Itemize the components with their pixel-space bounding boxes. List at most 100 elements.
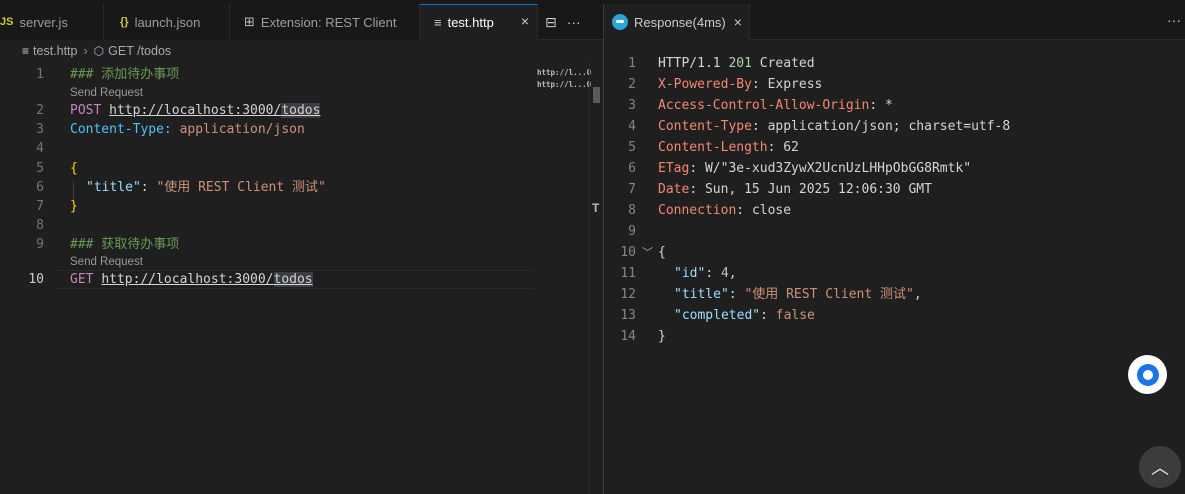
left-tab-bar: JS server.js {} launch.json ⊞ Extension:… — [0, 4, 603, 40]
more-actions-icon[interactable]: ··· — [567, 14, 581, 30]
right-editor-group: Response(4ms) × ··· 1 HTTP/1.1 201 Creat… — [604, 4, 1185, 494]
json-value: 4 — [720, 266, 729, 281]
code-line-1: 1 ### 添加待办事项 — [0, 65, 535, 84]
left-editor-group: JS server.js {} launch.json ⊞ Extension:… — [0, 4, 603, 494]
code-line-4: 4 — [0, 139, 535, 158]
tab-label: test.http — [447, 15, 494, 30]
header-value: * — [884, 98, 893, 113]
line-number: 1 — [628, 56, 636, 71]
send-request-lens-1[interactable]: Send Request — [70, 85, 143, 101]
json-key: "completed" — [674, 308, 761, 323]
http-method: POST — [70, 103, 102, 118]
tab-test-http[interactable]: ≡ test.http × — [420, 4, 538, 40]
json-file-icon: {} — [120, 16, 129, 28]
more-actions-icon[interactable]: ··· — [1167, 12, 1181, 28]
breadcrumb: ≡ test.http › ⬡ GET /todos — [0, 41, 540, 61]
code-line-5: 5 { — [0, 159, 535, 178]
javascript-file-icon: JS — [0, 16, 14, 28]
header-line: X-Powered-By: Express — [658, 77, 823, 92]
split-editor-icon[interactable]: ⊟ — [545, 14, 557, 31]
line-content: ### 添加待办事项 — [70, 67, 180, 82]
request-url[interactable]: http://localhost:3000/todos — [109, 103, 321, 118]
tab-label: Extension: REST Client — [260, 14, 397, 30]
file-lines-icon: ≡ — [22, 44, 30, 58]
json-colon: : — [140, 180, 157, 195]
assistant-button[interactable] — [1128, 355, 1167, 394]
line-content: GET http://localhost:3000/todos — [70, 270, 313, 289]
code-line-2: 2 POST http://localhost:3000/todos — [0, 101, 535, 120]
json-value: "使用 REST Client 测试" — [744, 287, 914, 302]
http-file-icon: ≡ — [434, 15, 442, 30]
url-highlight: todos — [281, 103, 321, 118]
tab-label: server.js — [19, 14, 68, 30]
line-number: 3 — [36, 122, 44, 137]
header-key: Content-Type — [658, 119, 752, 134]
breadcrumb-file[interactable]: test.http — [33, 44, 77, 58]
line-number: 4 — [36, 141, 44, 156]
header-value: application/json; charset=utf-8 — [767, 119, 1011, 134]
fold-chevron-icon[interactable]: ﹀ — [642, 242, 653, 263]
json-line: "title": "使用 REST Client 测试", — [674, 287, 922, 302]
header-value: Sun, 15 Jun 2025 12:06:30 GMT — [704, 182, 932, 197]
tab-launch-json[interactable]: {} launch.json — [104, 4, 230, 40]
json-close-brace: } — [658, 329, 666, 344]
json-open-brace: { — [658, 245, 666, 260]
scroll-to-top-button[interactable]: ︿ — [1139, 446, 1181, 488]
code-line-3: 3 Content-Type: application/json — [0, 120, 535, 139]
response-line-4: 4 Content-Type: application/json; charse… — [604, 116, 1185, 137]
json-value: "使用 REST Client 测试" — [156, 180, 326, 195]
breadcrumb-symbol[interactable]: GET /todos — [108, 44, 171, 58]
tab-response[interactable]: Response(4ms) × — [604, 4, 750, 40]
line-content: } — [70, 199, 78, 214]
tab-close-icon[interactable]: × — [521, 13, 529, 29]
code-editor[interactable]: 1 ### 添加待办事项 Send Request 2 POST http://… — [0, 61, 535, 494]
vertical-scrollbar[interactable]: T — [589, 61, 603, 494]
http-method: GET — [70, 272, 94, 287]
chevron-right-icon: › — [83, 44, 88, 58]
response-viewer[interactable]: 1 HTTP/1.1 201 Created 2 X-Powered-By: E… — [604, 53, 1185, 493]
line-content: ### 获取待办事项 — [70, 237, 180, 252]
code-line-6: 6 "title": "使用 REST Client 测试" — [0, 178, 535, 197]
editor-group-actions: ⊟ ··· — [545, 4, 581, 40]
line-number: 2 — [628, 77, 636, 92]
code-line-7: 7 } — [0, 197, 535, 216]
response-line-2: 2 X-Powered-By: Express — [604, 74, 1185, 95]
minimap-line: http://l...0 — [537, 80, 592, 89]
request-url[interactable]: http://localhost:3000/todos — [101, 272, 313, 287]
tab-close-icon[interactable]: × — [734, 14, 742, 30]
header-line: Access-Control-Allow-Origin: * — [658, 98, 893, 113]
tab-label: launch.json — [134, 14, 201, 30]
url-base: http://localhost:3000/ — [109, 103, 282, 118]
line-number: 1 — [36, 67, 44, 82]
header-value: close — [751, 203, 792, 218]
code-line-10: 10 GET http://localhost:3000/todos — [0, 270, 535, 289]
json-line: "id": 4, — [674, 266, 737, 281]
header-value: Express — [767, 77, 823, 92]
assistant-icon — [1136, 363, 1159, 386]
line-number: 5 — [628, 140, 636, 155]
response-line-6: 6 ETag: W/"3e-xud3ZywX2UcnUzLHHpObGG8Rmt… — [604, 158, 1185, 179]
header-value: 62 — [783, 140, 799, 155]
minimap[interactable]: http://l...0 http://l...0 — [537, 61, 592, 494]
rest-client-icon — [612, 14, 628, 30]
tab-extension-rest-client[interactable]: ⊞ Extension: REST Client — [230, 4, 420, 40]
line-number: 10 — [28, 272, 44, 287]
line-number: 6 — [628, 161, 636, 176]
line-number: 6 — [36, 180, 44, 195]
line-number: 8 — [628, 203, 636, 218]
scrollbar-thumb[interactable] — [593, 87, 600, 103]
line-content: POST http://localhost:3000/todos — [70, 101, 321, 120]
send-request-lens-2[interactable]: Send Request — [70, 254, 143, 270]
tab-server-js[interactable]: JS server.js — [0, 4, 104, 40]
header-key: Date — [658, 182, 690, 197]
line-number: 13 — [620, 308, 636, 323]
line-number: 9 — [36, 237, 44, 252]
url-base: http://localhost:3000/ — [101, 272, 274, 287]
line-number: 3 — [628, 98, 636, 113]
header-key: ETag — [658, 161, 690, 176]
response-line-1: 1 HTTP/1.1 201 Created — [604, 53, 1185, 74]
header-line: Content-Type: application/json; charset=… — [658, 119, 1011, 134]
header-key: Access-Control-Allow-Origin — [658, 98, 870, 113]
status-line: HTTP/1.1 201 Created — [658, 53, 815, 74]
header-line: Connection: close — [658, 203, 792, 218]
